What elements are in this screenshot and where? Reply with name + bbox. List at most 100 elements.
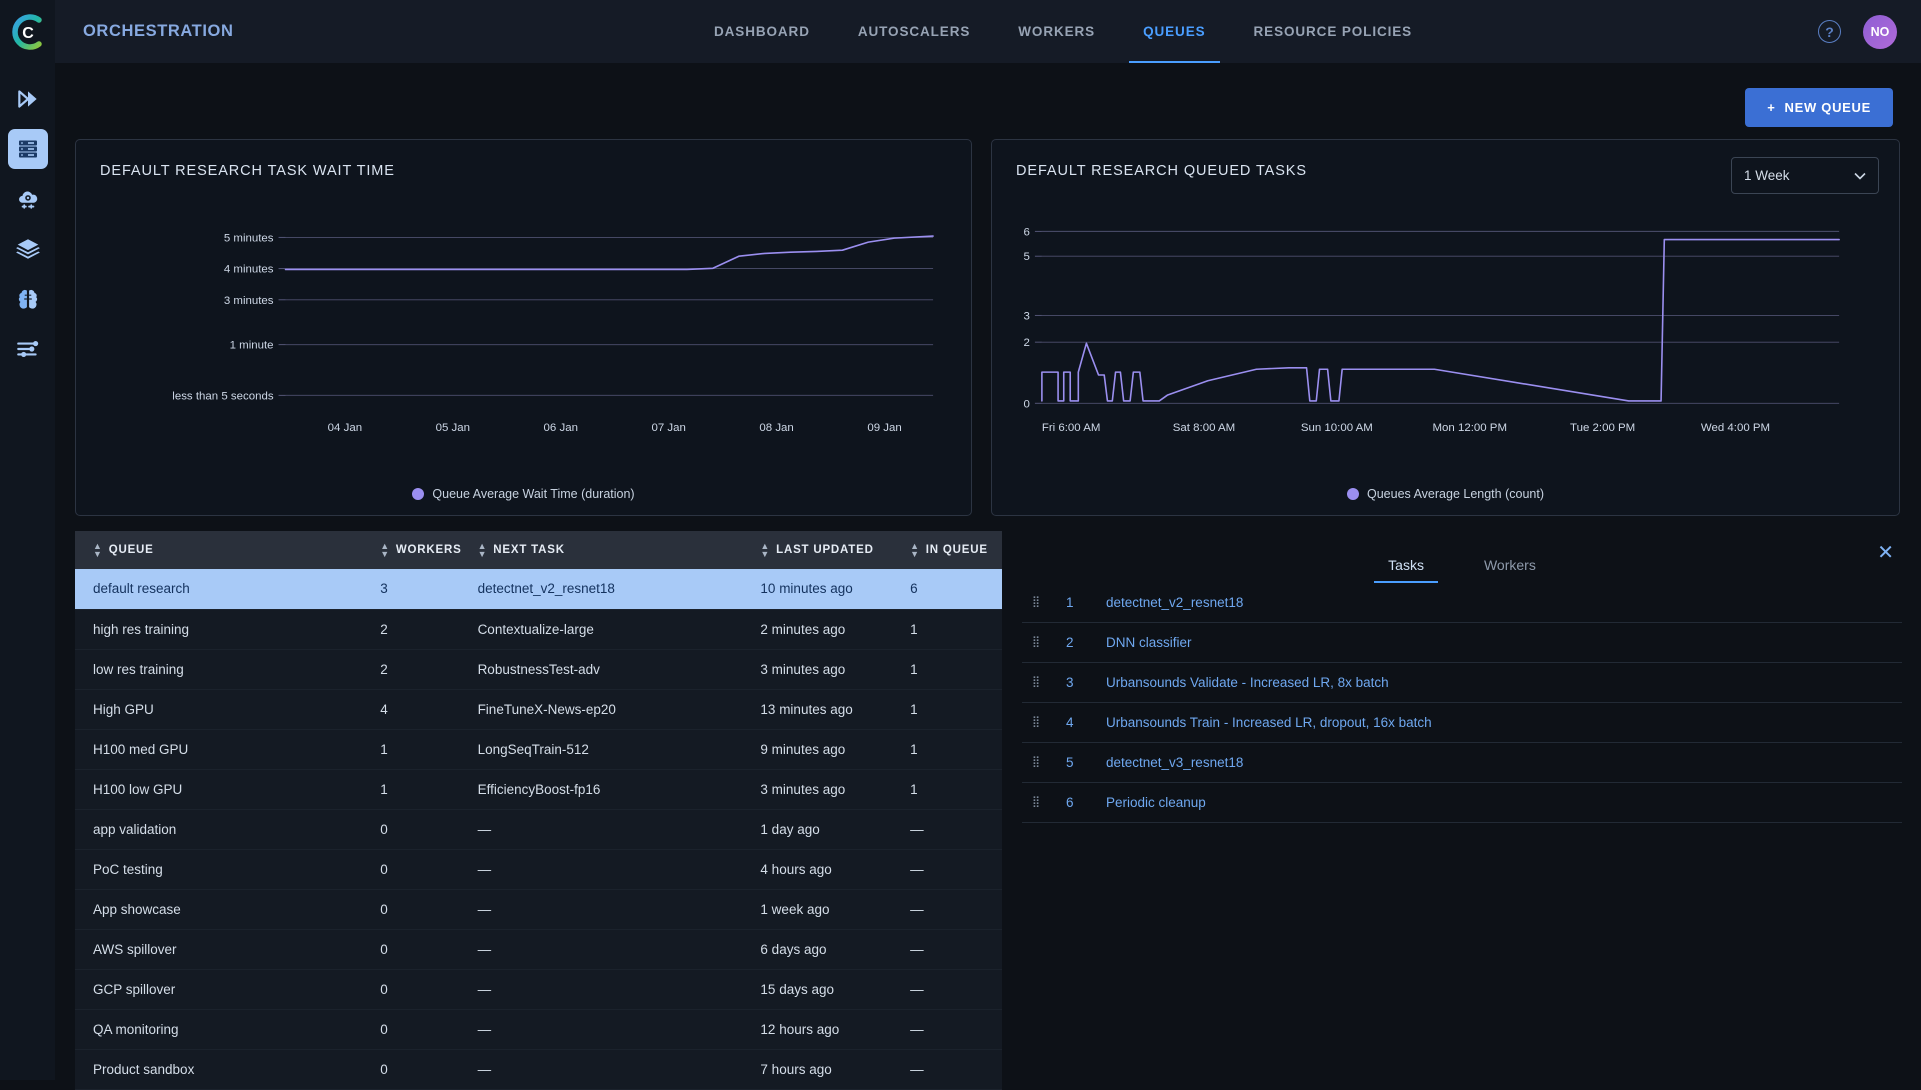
cell-last-updated: 9 minutes ago xyxy=(752,729,902,769)
x-axis-tick-label: 05 Jan xyxy=(436,422,470,434)
cell-next-task: EfficiencyBoost-fp16 xyxy=(470,769,753,809)
cell-in-queue: 6 xyxy=(902,569,1002,609)
wait-time-chart-plot: 5 minutes4 minutes3 minutes1 minuteless … xyxy=(76,196,971,461)
task-name[interactable]: DNN classifier xyxy=(1106,635,1192,650)
drag-handle-icon[interactable]: ⣿ xyxy=(1032,800,1044,805)
top-bar-actions: ? NO xyxy=(1818,0,1897,63)
page-title: ORCHESTRATION xyxy=(83,22,234,41)
tab-dashboard[interactable]: DASHBOARD xyxy=(690,0,834,63)
col-next-task[interactable]: ▲▼NEXT TASK xyxy=(470,531,753,569)
list-item[interactable]: ⣿3Urbansounds Validate - Increased LR, 8… xyxy=(1022,663,1902,703)
col-last-updated[interactable]: ▲▼LAST UPDATED xyxy=(752,531,902,569)
queued-tasks-chart-panel: DEFAULT RESEARCH QUEUED TASKS 1 Week 653… xyxy=(991,139,1900,516)
table-row[interactable]: default research3detectnet_v2_resnet1810… xyxy=(75,569,1002,609)
table-row[interactable]: QA monitoring0—12 hours ago— xyxy=(75,1009,1002,1049)
cell-last-updated: 1 week ago xyxy=(752,889,902,929)
tab-queues[interactable]: QUEUES xyxy=(1119,0,1229,63)
cell-in-queue: — xyxy=(902,849,1002,889)
drag-handle-icon[interactable]: ⣿ xyxy=(1032,640,1044,645)
table-row[interactable]: low res training2RobustnessTest-adv3 min… xyxy=(75,649,1002,689)
new-queue-button[interactable]: + NEW QUEUE xyxy=(1745,88,1893,127)
sidebar-item-settings[interactable] xyxy=(8,329,48,369)
x-axis-tick-label: 04 Jan xyxy=(328,422,362,434)
col-next-task-label: NEXT TASK xyxy=(493,544,565,556)
task-name[interactable]: detectnet_v3_resnet18 xyxy=(1106,755,1243,770)
sidebar-item-fast-forward[interactable] xyxy=(8,79,48,119)
brain-icon xyxy=(15,286,41,312)
sidebar-item-queues[interactable] xyxy=(8,129,48,169)
tab-workers-detail[interactable]: Workers xyxy=(1484,557,1536,583)
tab-workers[interactable]: WORKERS xyxy=(994,0,1119,63)
cell-in-queue: — xyxy=(902,1009,1002,1049)
x-axis-tick-label: 08 Jan xyxy=(759,422,793,434)
table-row[interactable]: App showcase0—1 week ago— xyxy=(75,889,1002,929)
y-axis-tick-label: 4 minutes xyxy=(224,264,274,276)
tab-tasks[interactable]: Tasks xyxy=(1388,557,1424,583)
avatar[interactable]: NO xyxy=(1863,15,1897,49)
col-queue-label: QUEUE xyxy=(109,544,154,556)
cell-in-queue: — xyxy=(902,929,1002,969)
cell-next-task: — xyxy=(470,889,753,929)
list-item[interactable]: ⣿1detectnet_v2_resnet18 xyxy=(1022,583,1902,623)
close-icon[interactable]: ✕ xyxy=(1877,543,1894,563)
y-axis-tick-label: 0 xyxy=(1024,398,1030,410)
cell-next-task: Contextualize-large xyxy=(470,609,753,649)
table-row[interactable]: GCP spillover0—15 days ago— xyxy=(75,969,1002,1009)
cell-workers: 4 xyxy=(372,689,469,729)
sort-icon: ▲▼ xyxy=(760,542,770,558)
cell-last-updated: 3 minutes ago xyxy=(752,769,902,809)
y-axis-tick-label: 5 xyxy=(1024,251,1030,263)
sort-icon: ▲▼ xyxy=(380,542,390,558)
y-axis-tick-label: less than 5 seconds xyxy=(172,390,274,402)
col-queue[interactable]: ▲▼QUEUE xyxy=(75,531,372,569)
cell-workers: 1 xyxy=(372,729,469,769)
help-icon[interactable]: ? xyxy=(1818,20,1841,43)
list-item[interactable]: ⣿2DNN classifier xyxy=(1022,623,1902,663)
svg-text:C: C xyxy=(22,25,34,42)
task-name[interactable]: Periodic cleanup xyxy=(1106,795,1206,810)
table-row[interactable]: AWS spillover0—6 days ago— xyxy=(75,929,1002,969)
table-row[interactable]: H100 med GPU1LongSeqTrain-5129 minutes a… xyxy=(75,729,1002,769)
drag-handle-icon[interactable]: ⣿ xyxy=(1032,600,1044,605)
task-index: 5 xyxy=(1066,755,1084,770)
cell-workers: 0 xyxy=(372,1049,469,1089)
legend-label: Queue Average Wait Time (duration) xyxy=(432,487,634,501)
time-range-value: 1 Week xyxy=(1744,168,1790,183)
table-row[interactable]: high res training2Contextualize-large2 m… xyxy=(75,609,1002,649)
tab-resource-policies[interactable]: RESOURCE POLICIES xyxy=(1230,0,1437,63)
table-row[interactable]: High GPU4FineTuneX-News-ep2013 minutes a… xyxy=(75,689,1002,729)
drag-handle-icon[interactable]: ⣿ xyxy=(1032,720,1044,725)
app-logo[interactable]: C xyxy=(0,0,55,63)
list-item[interactable]: ⣿4Urbansounds Train - Increased LR, drop… xyxy=(1022,703,1902,743)
cell-in-queue: — xyxy=(902,809,1002,849)
sidebar-item-datasets[interactable] xyxy=(8,229,48,269)
table-row[interactable]: PoC testing0—4 hours ago— xyxy=(75,849,1002,889)
task-name[interactable]: Urbansounds Validate - Increased LR, 8x … xyxy=(1106,675,1389,690)
cell-next-task: — xyxy=(470,809,753,849)
legend-swatch xyxy=(412,488,424,500)
col-in-queue-label: IN QUEUE xyxy=(926,544,988,556)
table-row[interactable]: H100 low GPU1EfficiencyBoost-fp163 minut… xyxy=(75,769,1002,809)
cell-next-task: RobustnessTest-adv xyxy=(470,649,753,689)
task-name[interactable]: detectnet_v2_resnet18 xyxy=(1106,595,1243,610)
sidebar-item-cloud-compute[interactable] xyxy=(8,179,48,219)
drag-handle-icon[interactable]: ⣿ xyxy=(1032,680,1044,685)
col-in-queue[interactable]: ▲▼IN QUEUE xyxy=(902,531,1002,569)
table-row[interactable]: app validation0—1 day ago— xyxy=(75,809,1002,849)
tab-autoscalers[interactable]: AUTOSCALERS xyxy=(834,0,994,63)
cell-in-queue: 1 xyxy=(902,769,1002,809)
task-name[interactable]: Urbansounds Train - Increased LR, dropou… xyxy=(1106,715,1432,730)
cell-last-updated: 15 days ago xyxy=(752,969,902,1009)
col-workers[interactable]: ▲▼WORKERS xyxy=(372,531,469,569)
time-range-select[interactable]: 1 Week xyxy=(1731,157,1879,194)
cell-queue: GCP spillover xyxy=(75,969,372,1009)
table-row[interactable]: Product sandbox0—7 hours ago— xyxy=(75,1049,1002,1089)
x-axis-tick-label: 09 Jan xyxy=(867,422,901,434)
drag-handle-icon[interactable]: ⣿ xyxy=(1032,760,1044,765)
x-axis-tick-label: Sat 8:00 AM xyxy=(1173,422,1235,434)
sidebar-item-models[interactable] xyxy=(8,279,48,319)
cell-queue: App showcase xyxy=(75,889,372,929)
list-item[interactable]: ⣿6Periodic cleanup xyxy=(1022,783,1902,823)
cell-workers: 2 xyxy=(372,609,469,649)
list-item[interactable]: ⣿ 5 detectnet_v3_resnet18 xyxy=(1022,743,1902,783)
